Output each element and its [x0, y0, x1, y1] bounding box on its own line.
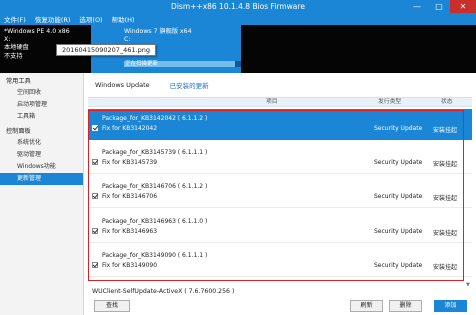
update-row[interactable]: Package_for_KB3142042 ( 6.1.1.2 ) Fix fo…: [88, 109, 472, 140]
update-row[interactable]: Package_for_KB3146706 ( 6.1.1.2 ) Fix fo…: [88, 177, 472, 208]
update-status: 安装挂起: [433, 195, 458, 202]
main-panel: Windows Update 已安装的更新 项目 发行类型 状态 Package…: [84, 73, 476, 315]
window-title: Dism++x86 10.1.4.8 Bios Firmware: [171, 2, 305, 11]
update-package-name: Package_for_KB3146963 ( 6.1.1.0 ): [102, 218, 208, 225]
scroll-down-icon[interactable]: ▼: [466, 282, 470, 288]
tab-installed-updates[interactable]: 已安装的更新: [170, 80, 209, 90]
update-row[interactable]: Package_for_KB3149090 ( 6.1.1.1 ) Fix fo…: [88, 246, 472, 277]
update-description: Fix for KB3142042: [102, 125, 158, 132]
sidebar-item-update-manager[interactable]: 更新管理: [0, 173, 83, 185]
menu-file[interactable]: 文件(F): [4, 14, 26, 24]
sidebar-item-system-optimize[interactable]: 系统优化: [0, 137, 83, 149]
column-item[interactable]: 项目: [266, 98, 278, 107]
column-release-type[interactable]: 发行类型: [378, 98, 401, 107]
update-row[interactable]: Package_for_KB3146963 ( 6.1.1.0 ) Fix fo…: [88, 212, 472, 243]
filename-tooltip: 20160415090207_461.png: [56, 44, 156, 56]
close-button[interactable]: ✕: [450, 0, 476, 13]
session-name: Windows 7 旗舰版 x64: [124, 28, 192, 35]
menu-restore[interactable]: 恢复功能(R): [35, 14, 71, 24]
tab-windows-update[interactable]: Windows Update: [95, 81, 150, 89]
update-list: Package_for_KB3142042 ( 6.1.1.2 ) Fix fo…: [88, 109, 472, 279]
update-description: Fix for KB3145739: [102, 159, 158, 166]
sidebar-group-common-tools: 常用工具: [6, 78, 31, 85]
update-description: Fix for KB3146963: [102, 228, 158, 235]
add-button[interactable]: 添加: [434, 300, 467, 312]
update-checkbox[interactable]: [92, 125, 98, 131]
update-status: 安装挂起: [433, 264, 458, 271]
sidebar-item-space-cleanup[interactable]: 空间回收: [0, 87, 83, 99]
menu-help[interactable]: 帮助(H): [112, 14, 135, 24]
sidebar-item-driver-manager[interactable]: 驱动管理: [0, 149, 83, 161]
update-type: Security Update: [374, 193, 423, 200]
sidebar: 常用工具 空间回收 启动项管理 工具箱 控制面板 系统优化 驱动管理 Windo…: [0, 73, 84, 315]
update-description: Fix for KB3146706: [102, 193, 158, 200]
update-checkbox[interactable]: [92, 228, 98, 234]
update-row-activex[interactable]: WUClient-SelfUpdate-ActiveX ( 7.6.7600.2…: [92, 288, 234, 295]
update-package-name: Package_for_KB3146706 ( 6.1.1.2 ): [102, 183, 208, 190]
find-button[interactable]: 查找: [94, 300, 130, 312]
maximize-button[interactable]: □: [428, 0, 450, 13]
refresh-button[interactable]: 刷新: [350, 300, 383, 312]
update-status: 安装挂起: [433, 161, 458, 168]
sidebar-group-control-panel: 控制面板: [6, 128, 31, 135]
update-package-name: Package_for_KB3149090 ( 6.1.1.1 ): [102, 252, 208, 259]
update-status: 安装挂起: [433, 230, 458, 237]
update-tabs: Windows Update 已安装的更新: [84, 73, 476, 97]
update-checkbox[interactable]: [92, 262, 98, 268]
update-package-name: Package_for_KB3145739 ( 6.1.1.1 ): [102, 149, 208, 156]
update-row[interactable]: Package_for_KB3145739 ( 6.1.1.1 ) Fix fo…: [88, 143, 472, 174]
update-type: Security Update: [374, 262, 423, 269]
update-type: Security Update: [374, 125, 423, 132]
scan-progress-text: 正在扫描更新: [125, 61, 159, 67]
window-controls: — □ ✕: [406, 0, 476, 13]
delete-button[interactable]: 删除: [389, 300, 422, 312]
sidebar-item-toolbox[interactable]: 工具箱: [0, 111, 83, 123]
update-type: Security Update: [374, 159, 423, 166]
menu-options[interactable]: 选项(O): [79, 14, 102, 24]
update-checkbox[interactable]: [92, 159, 98, 165]
session-name: *Windows PE 4.0 x86: [4, 28, 70, 35]
sidebar-item-windows-features[interactable]: Windows功能: [0, 161, 83, 173]
update-package-name: Package_for_KB3142042 ( 6.1.1.2 ): [102, 115, 208, 122]
update-status: 安装挂起: [433, 127, 458, 134]
menu-bar: 文件(F) 恢复功能(R) 选项(O) 帮助(H): [0, 13, 476, 25]
list-column-header: 项目 发行类型 状态: [88, 97, 472, 107]
minimize-button[interactable]: —: [406, 0, 428, 13]
update-type: Security Update: [374, 228, 423, 235]
sidebar-item-startup-manager[interactable]: 启动项管理: [0, 99, 83, 111]
title-bar: Dism++x86 10.1.4.8 Bios Firmware — □ ✕: [0, 0, 476, 13]
column-status[interactable]: 状态: [441, 98, 453, 107]
update-description: Fix for KB3149090: [102, 262, 158, 269]
update-checkbox[interactable]: [92, 193, 98, 199]
